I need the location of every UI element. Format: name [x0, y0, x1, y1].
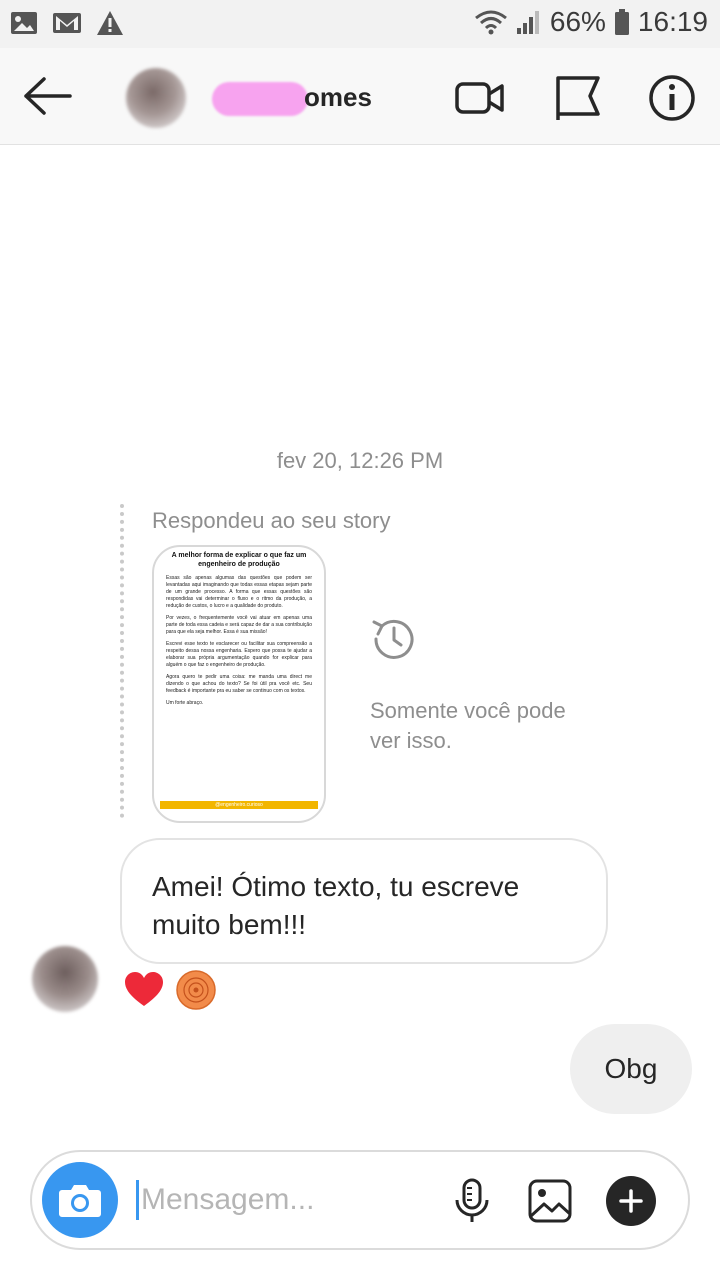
message-input[interactable]: Mensagem... [136, 1180, 314, 1220]
gmail-notification-icon [53, 13, 81, 33]
name-redaction [212, 82, 308, 116]
message-composer: Mensagem... [30, 1150, 690, 1250]
camera-icon [59, 1185, 101, 1217]
signal-icon [516, 11, 539, 34]
contact-name-text: omes [304, 82, 372, 112]
gallery-notification-icon [11, 12, 37, 34]
story-paragraph: Por vezes, o frequentemente você vai atu… [166, 615, 312, 635]
info-icon[interactable] [646, 72, 698, 124]
clock: 16:19 [637, 6, 708, 37]
chat-header: omes [0, 48, 720, 145]
message-reactions[interactable] [124, 970, 216, 1010]
story-paragraph: Um forte abraço. [166, 700, 204, 706]
heart-icon [125, 972, 163, 1006]
reply-indicator-line [120, 504, 124, 818]
flag-icon[interactable] [552, 72, 604, 124]
story-title: A melhor forma de explicar o que faz um … [171, 552, 307, 568]
microphone-icon[interactable] [450, 1178, 494, 1224]
plus-button[interactable] [606, 1176, 656, 1226]
message-timestamp: fev 20, 12:26 PM [276, 448, 444, 473]
contact-avatar[interactable] [126, 68, 186, 128]
video-call-icon[interactable] [454, 72, 506, 124]
outgoing-message-bubble[interactable]: Obg [570, 1024, 692, 1114]
plus-icon [619, 1189, 643, 1213]
reactor-avatar-icon [176, 970, 216, 1010]
system-status: 66% 16:19 [474, 6, 708, 38]
image-icon[interactable] [528, 1178, 572, 1224]
story-paragraph: Essas são apenas algumas das questões qu… [166, 575, 312, 609]
warning-notification-icon [97, 11, 123, 35]
status-bar: 66% 16:19 [0, 0, 720, 48]
incoming-message-bubble[interactable]: Amei! Ótimo texto, tu escreve muito bem!… [120, 838, 608, 964]
battery-percentage: 66% [549, 6, 606, 37]
story-paragraph: Agora quero te pedir uma coisa: me manda… [166, 674, 312, 694]
wifi-icon [474, 10, 507, 35]
notification-icons [10, 10, 124, 36]
story-reply-label: Respondeu ao seu story [152, 508, 391, 533]
sender-avatar[interactable] [32, 946, 98, 1012]
story-footer: @engenheiro.curioso [160, 801, 318, 809]
history-icon [372, 619, 414, 659]
story-thumbnail[interactable]: A melhor forma de explicar o que faz um … [152, 545, 326, 823]
visibility-notice: Somente você pode ver isso. [370, 698, 566, 753]
camera-button[interactable] [42, 1162, 118, 1238]
arrow-left-icon[interactable] [22, 76, 74, 116]
battery-icon [614, 9, 629, 35]
story-paragraph: Escrevi esse texto te esclarecer ou faci… [166, 641, 312, 668]
story-body: Essas são apenas algumas das questões qu… [166, 575, 312, 712]
